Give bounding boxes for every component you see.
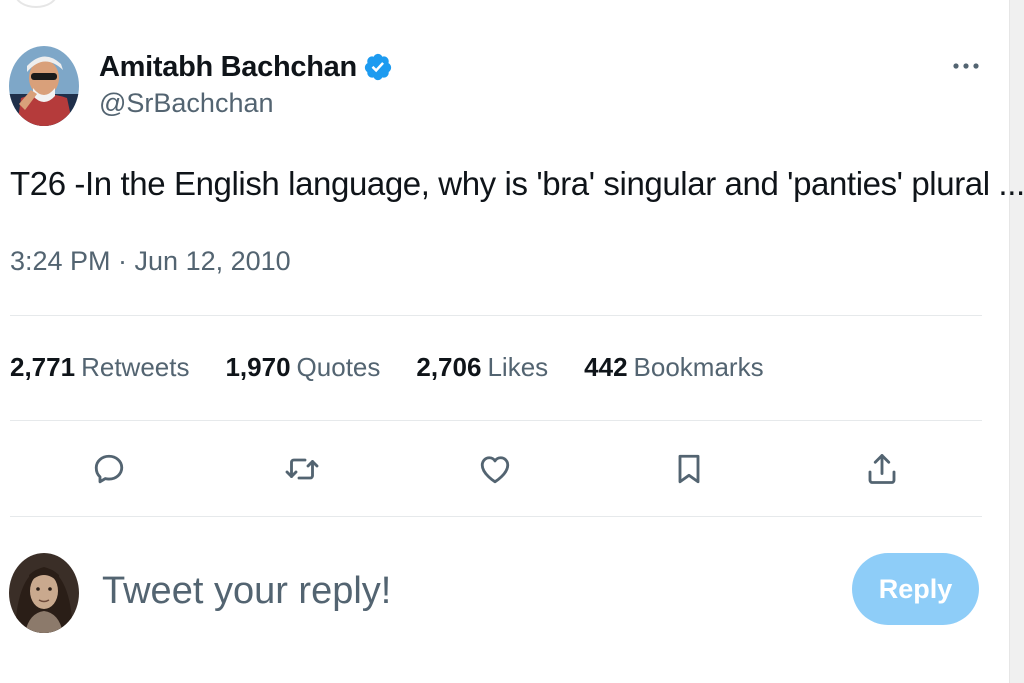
like-action-button[interactable]	[474, 448, 516, 490]
stat-quotes[interactable]: 1,970 Quotes	[225, 352, 380, 383]
tweet-detail-page: Amitabh Bachchan @SrBachchan T26 -In the…	[0, 0, 1024, 683]
stat-label: Retweets	[81, 352, 190, 382]
divider-bottom	[10, 516, 982, 517]
stat-bookmarks[interactable]: 442 Bookmarks	[584, 352, 763, 383]
share-action-button[interactable]	[861, 448, 903, 490]
more-dots-icon	[953, 63, 979, 69]
stat-label: Bookmarks	[633, 352, 764, 382]
reply-submit-button[interactable]: Reply	[852, 553, 979, 625]
stat-count: 1,970	[225, 352, 291, 382]
user-avatar[interactable]	[9, 553, 79, 633]
author-avatar[interactable]	[9, 46, 79, 126]
more-options-button[interactable]	[946, 48, 986, 84]
divider-middle	[10, 420, 982, 421]
share-icon	[868, 454, 896, 484]
previous-avatar-edge	[14, 0, 58, 8]
stat-retweets[interactable]: 2,771 Retweets	[10, 352, 189, 383]
reply-action-button[interactable]	[88, 448, 130, 490]
stat-label: Quotes	[296, 352, 381, 382]
retweet-icon	[285, 458, 319, 480]
comment-icon	[94, 454, 124, 484]
author-name-row[interactable]: Amitabh Bachchan	[99, 48, 393, 86]
verified-badge-icon	[363, 52, 393, 82]
tweet-text: T26 -In the English language, why is 'br…	[10, 165, 1024, 202]
bookmark-action-button[interactable]	[668, 448, 710, 490]
stat-label: Likes	[487, 352, 549, 382]
stat-count: 442	[584, 352, 628, 382]
reply-input[interactable]	[102, 566, 802, 616]
scrollbar-track[interactable]	[1009, 0, 1024, 683]
divider-top	[10, 315, 982, 316]
stat-count: 2,706	[416, 352, 482, 382]
retweet-action-button[interactable]	[281, 448, 323, 490]
author-handle[interactable]: @SrBachchan	[99, 88, 274, 119]
tweet-timestamp[interactable]: 3:24 PM · Jun 12, 2010	[10, 246, 291, 277]
author-avatar-image	[9, 46, 79, 126]
bookmark-icon	[678, 454, 700, 484]
engagement-stats: 2,771 Retweets 1,970 Quotes 2,706 Likes 442…	[10, 352, 800, 383]
heart-icon	[480, 456, 510, 484]
stat-likes[interactable]: 2,706 Likes	[416, 352, 548, 383]
author-display-name[interactable]: Amitabh Bachchan	[99, 51, 357, 84]
stat-count: 2,771	[10, 352, 76, 382]
user-avatar-image	[9, 553, 79, 633]
